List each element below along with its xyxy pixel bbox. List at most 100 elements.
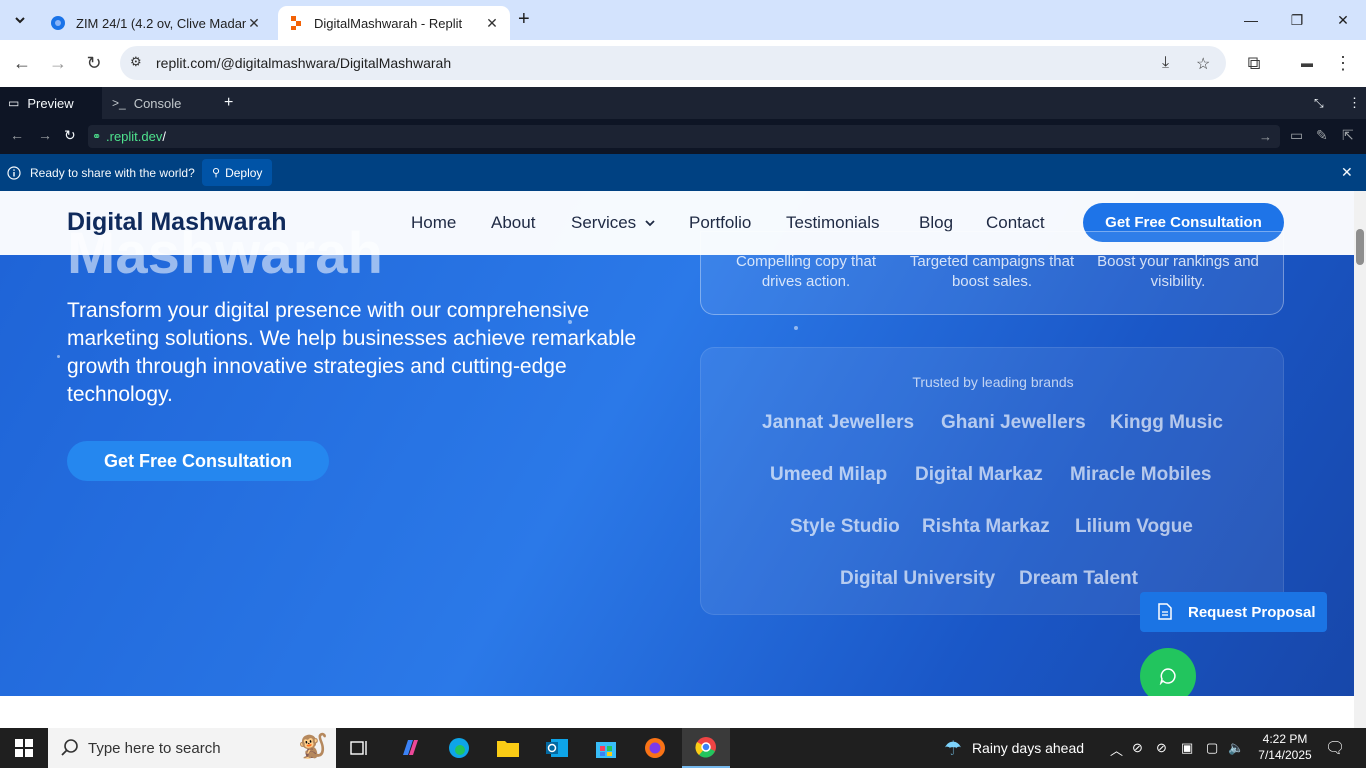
copilot-icon[interactable] [386,728,434,768]
nav-about[interactable]: About [491,213,535,233]
globe-favicon-icon [51,16,65,30]
meet-now-icon[interactable]: ▣ [1181,740,1193,756]
add-tab-button[interactable]: + [216,87,241,119]
chrome-icon[interactable] [682,728,730,768]
chevron-down-icon [15,17,25,24]
document-icon [1158,603,1172,620]
preview-forward-icon[interactable]: → [38,127,52,143]
service-ads-desc: Targeted campaigns that boost sales. [909,253,1075,290]
close-tab-icon[interactable]: ✕ [246,15,262,32]
chat-bubble-icon [1159,668,1176,685]
nav-portfolio[interactable]: Portfolio [689,213,751,233]
clock-time: 4:22 PM [1262,732,1308,746]
weather-text: Rainy days ahead [971,740,1085,756]
reload-button[interactable]: ↻ [81,50,107,76]
file-explorer-icon[interactable] [484,728,532,768]
whatsapp-chat-button[interactable] [1140,648,1196,696]
minimize-button[interactable]: — [1228,0,1274,40]
service-seo-desc: Boost your rankings and visibility. [1097,253,1259,290]
brand-item: Umeed Milap [770,464,888,485]
preview-back-icon[interactable]: ← [10,127,24,143]
task-view-icon[interactable] [336,728,384,768]
chrome-menu-icon[interactable]: ⋮ [1330,50,1356,76]
system-clock[interactable]: 4:22 PM 7/14/2025 [1252,731,1318,763]
microsoft-store-icon[interactable] [582,728,630,768]
nav-home[interactable]: Home [411,213,456,233]
tab-console[interactable]: >_ Console [104,87,208,119]
deploy-icon: ⚲ [212,167,221,179]
new-tab-button[interactable]: + [518,8,530,31]
scrollbar-thumb[interactable] [1356,229,1364,265]
go-arrow-icon[interactable]: → [1259,129,1272,144]
browser-tab-strip: ZIM 24/1 (4.2 ov, Clive Madande ✕ Digita… [0,0,1366,40]
tab-search-button[interactable] [6,6,34,34]
volume-icon[interactable]: 🔈 [1228,740,1244,756]
start-button[interactable] [0,728,48,768]
network-icon[interactable]: ⊘ [1132,740,1143,756]
address-text: replit.com/@digitalmashwara/DigitalMashw… [156,55,452,71]
page-scrollbar[interactable] [1354,191,1366,728]
brand-item: Jannat Jewellers [762,412,915,433]
tab-preview-label: Preview [27,95,74,111]
close-banner-icon[interactable]: ✕ [1341,164,1353,181]
page-footer-strip [0,696,1354,728]
preview-url-input[interactable]: ⚭ .replit.dev / → [88,125,1280,148]
nav-testimonials[interactable]: Testimonials [786,213,880,233]
request-proposal-button[interactable]: Request Proposal [1140,592,1327,632]
brand-item: Miracle Mobiles [1070,464,1212,485]
install-app-icon[interactable]: ⤓ [1162,54,1169,72]
replit-favicon-icon [291,16,301,30]
browser-tab-replit[interactable]: DigitalMashwarah - Replit ✕ [278,6,510,40]
umbrella-icon: ☂ [944,737,962,760]
firefox-icon[interactable] [631,728,679,768]
tab-title: DigitalMashwarah - Replit [314,15,463,31]
brand-item: Digital Markaz [915,464,1043,485]
restore-button[interactable]: ❐ [1274,0,1320,40]
taskbar-search[interactable]: Type here to search 🐒 [48,728,336,768]
edge-icon[interactable] [435,728,483,768]
site-info-icon[interactable]: ⚙ [130,54,142,70]
address-bar[interactable]: ⚙ replit.com/@digitalmashwara/DigitalMas… [120,46,1226,80]
hero-consultation-button[interactable]: Get Free Consultation [67,441,329,481]
tab-preview[interactable]: ▭ Preview [0,87,102,119]
back-button[interactable]: ← [9,50,35,76]
nav-services-label: Services [571,213,637,232]
pane-menu-icon[interactable]: ⋮ [1340,87,1366,119]
close-window-button[interactable]: ✕ [1320,0,1366,40]
website-preview: Mashwarah Digital Mashwarah Home About S… [0,191,1354,696]
service-copywriting-desc: Compelling copy that drives action. [735,253,877,290]
notification-icon[interactable]: 🗨 [1325,738,1345,758]
browser-tab-cricket[interactable]: ZIM 24/1 (4.2 ov, Clive Madande ✕ [40,6,272,40]
outlook-icon[interactable] [533,728,581,768]
devtools-wrench-icon[interactable]: ✎ [1316,127,1328,144]
tray-overflow-icon[interactable]: ︿ [1110,740,1123,759]
profile-avatar[interactable]: ▬ [1294,50,1320,76]
close-tab-icon[interactable]: ✕ [484,15,500,32]
browser-toolbar: ← → ↻ ⚙ replit.com/@digitalmashwara/Digi… [0,40,1366,87]
camera-icon[interactable]: ▢ [1206,740,1218,756]
nav-contact[interactable]: Contact [986,213,1045,233]
preview-reload-icon[interactable]: ↻ [64,127,76,144]
decorative-dot [57,355,60,358]
trusted-brands-card: Trusted by leading brands Jannat Jewelle… [700,347,1284,615]
deploy-banner: Ready to share with the world? ⚲ Deploy … [0,154,1366,191]
devices-icon[interactable]: ▭ [1290,127,1303,144]
brand-item: Kingg Music [1110,412,1223,433]
weather-widget[interactable]: ☂ Rainy days ahead [944,728,1084,768]
deploy-button[interactable]: ⚲ Deploy [202,159,273,186]
brand-item: Dream Talent [1019,568,1138,589]
site-logo[interactable]: Digital Mashwarah [67,208,287,237]
bookmark-star-icon[interactable]: ☆ [1196,54,1210,74]
nav-services[interactable]: Services [571,213,655,233]
open-new-window-icon[interactable]: ⇱ [1342,127,1354,144]
brand-item: Ghani Jewellers [941,412,1086,433]
network-2-icon[interactable]: ⊘ [1156,740,1167,756]
nav-blog[interactable]: Blog [919,213,953,233]
forward-button[interactable]: → [45,50,71,76]
monitor-icon: ▭ [8,96,20,110]
brand-item: Style Studio [790,516,900,537]
info-icon [7,166,21,180]
extensions-icon[interactable]: ⧉ [1241,50,1267,76]
collapse-icon[interactable]: ⤡ [1306,87,1332,119]
decorative-dot [794,326,798,330]
